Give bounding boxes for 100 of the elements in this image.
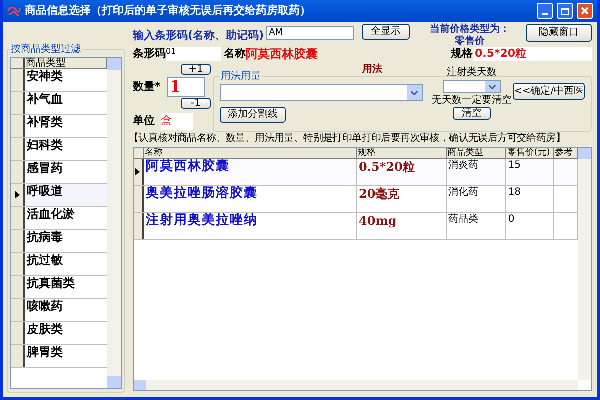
- window-title: 商品信息选择（打印后的单子审核无误后再交给药房取药）: [25, 2, 312, 19]
- category-label: 呼吸道: [26, 184, 64, 200]
- column-header: 规格: [356, 148, 447, 158]
- column-header: 零售价(元): [506, 148, 554, 158]
- increment-button[interactable]: +1: [181, 64, 211, 75]
- table-cell: 注射用奥美拉唑纳: [144, 213, 357, 239]
- add-separator-button[interactable]: 添加分割线: [220, 107, 286, 123]
- column-header: 商品类型: [25, 58, 107, 68]
- row-selector[interactable]: [11, 69, 25, 91]
- hide-window-button[interactable]: 隐藏窗口: [526, 24, 592, 42]
- usage-dropdown[interactable]: [220, 84, 423, 101]
- category-label: 安神类: [26, 69, 64, 85]
- row-selector[interactable]: [11, 138, 25, 160]
- name-value: 阿莫西林胶囊: [246, 46, 319, 63]
- category-row[interactable]: 皮肤类: [11, 322, 107, 345]
- clear-hint: 无天数一定要清空: [432, 95, 512, 106]
- category-row[interactable]: 抗病毒: [11, 230, 107, 253]
- column-header: 名称: [144, 148, 357, 158]
- barcode-label: 条形码: [133, 46, 166, 62]
- table-cell: 40mg: [356, 213, 447, 239]
- row-selector[interactable]: [134, 213, 144, 239]
- table-cell: 消炎药: [446, 159, 506, 185]
- maximize-icon: [561, 8, 569, 14]
- table-cell: 18: [506, 186, 554, 212]
- row-pointer-icon: [135, 168, 140, 176]
- category-row[interactable]: 抗真菌类: [11, 276, 107, 299]
- table-cell: 0.5*20粒: [356, 159, 447, 185]
- search-label: 输入条形码(名称、助记码): [133, 28, 264, 44]
- category-row[interactable]: 咳嗽药: [11, 299, 107, 322]
- row-selector[interactable]: [11, 184, 25, 206]
- category-label: 补肾类: [26, 115, 64, 131]
- table-cell: 15: [506, 159, 554, 185]
- row-selector[interactable]: [11, 322, 25, 344]
- table-cell: 消化药: [446, 186, 506, 212]
- unit-label: 单位: [133, 113, 155, 129]
- category-row[interactable]: 安神类: [11, 69, 107, 92]
- category-row[interactable]: 抗过敏: [11, 253, 107, 276]
- category-label: 皮肤类: [26, 322, 64, 338]
- injection-days-dropdown[interactable]: [443, 80, 501, 93]
- close-icon: [581, 7, 589, 15]
- row-selector[interactable]: [11, 207, 25, 229]
- filter-group-title: 按商品类型过滤: [10, 42, 82, 57]
- row-selector[interactable]: [134, 186, 144, 212]
- header-corner: [11, 58, 25, 68]
- row-selector[interactable]: [134, 159, 144, 185]
- row-selector[interactable]: [11, 161, 25, 183]
- scrollbar[interactable]: [107, 58, 121, 388]
- category-row[interactable]: 妇科类: [11, 138, 107, 161]
- confirm-button[interactable]: <<确定/中西医: [513, 83, 585, 100]
- table-row[interactable]: 阿莫西林胶囊 0.5*20粒 消炎药 15: [134, 159, 578, 186]
- scrollbar[interactable]: [134, 380, 578, 390]
- spec-value: 0.5*20粒: [473, 47, 592, 61]
- table-row[interactable]: 奥美拉唑肠溶胶囊 20毫克 消化药 18: [134, 186, 578, 213]
- row-selector[interactable]: [11, 276, 25, 298]
- category-row[interactable]: 呼吸道: [11, 184, 107, 207]
- show-all-button[interactable]: 全显示: [362, 24, 410, 40]
- scrollbar[interactable]: [578, 148, 591, 380]
- row-selector[interactable]: [11, 115, 25, 137]
- row-pointer-icon: [14, 191, 20, 199]
- quantity-label: 数量*: [133, 78, 162, 95]
- unit-value: 盒: [161, 113, 193, 130]
- close-button[interactable]: [577, 3, 593, 19]
- app-icon: [7, 5, 21, 17]
- category-label: 抗病毒: [26, 230, 64, 246]
- category-label: 补气血: [26, 92, 64, 108]
- injection-days-label: 注射类天数: [447, 67, 497, 78]
- category-row[interactable]: 补气血: [11, 92, 107, 115]
- row-selector[interactable]: [11, 92, 25, 114]
- row-selector[interactable]: [11, 345, 25, 367]
- category-row[interactable]: 脾胃类: [11, 345, 107, 368]
- category-label: 抗真菌类: [26, 276, 76, 292]
- category-row[interactable]: 活血化淤: [11, 207, 107, 230]
- category-label: 咳嗽药: [26, 299, 64, 315]
- category-row[interactable]: 感冒药: [11, 161, 107, 184]
- category-label: 脾胃类: [26, 345, 64, 361]
- row-selector[interactable]: [11, 230, 25, 252]
- table-cell: 奥美拉唑肠溶胶囊: [144, 186, 357, 212]
- row-selector[interactable]: [11, 253, 25, 275]
- category-row[interactable]: 补肾类: [11, 115, 107, 138]
- usage-group-title: 用法用量: [220, 71, 262, 82]
- barcode-field: 01: [166, 47, 221, 61]
- table-cell: 阿莫西林胶囊: [144, 159, 357, 185]
- category-label: 抗过敏: [26, 253, 64, 269]
- clear-button[interactable]: 清空: [453, 107, 491, 120]
- minimize-icon: [542, 13, 548, 15]
- category-label: 感冒药: [26, 161, 64, 177]
- maximize-button[interactable]: [557, 3, 573, 19]
- name-label: 名称: [224, 46, 246, 62]
- decrement-button[interactable]: -1: [181, 98, 211, 109]
- quantity-field[interactable]: 1: [167, 77, 205, 97]
- table-row[interactable]: 注射用奥美拉唑纳 40mg 药品类 0: [134, 213, 578, 240]
- row-selector[interactable]: [11, 299, 25, 321]
- table-cell: 0: [506, 213, 554, 239]
- table-cell: 药品类: [446, 213, 506, 239]
- minimize-button[interactable]: [537, 3, 553, 19]
- notice-text: 【认真核对商品名称、数量、用法用量、特别是打印单打印后要再次审核，确认无误后方可交给药房】: [129, 133, 567, 145]
- search-field[interactable]: AM: [266, 26, 354, 40]
- spec-label: 规格: [451, 46, 473, 62]
- category-label: 活血化淤: [26, 207, 76, 223]
- category-label: 妇科类: [26, 138, 64, 154]
